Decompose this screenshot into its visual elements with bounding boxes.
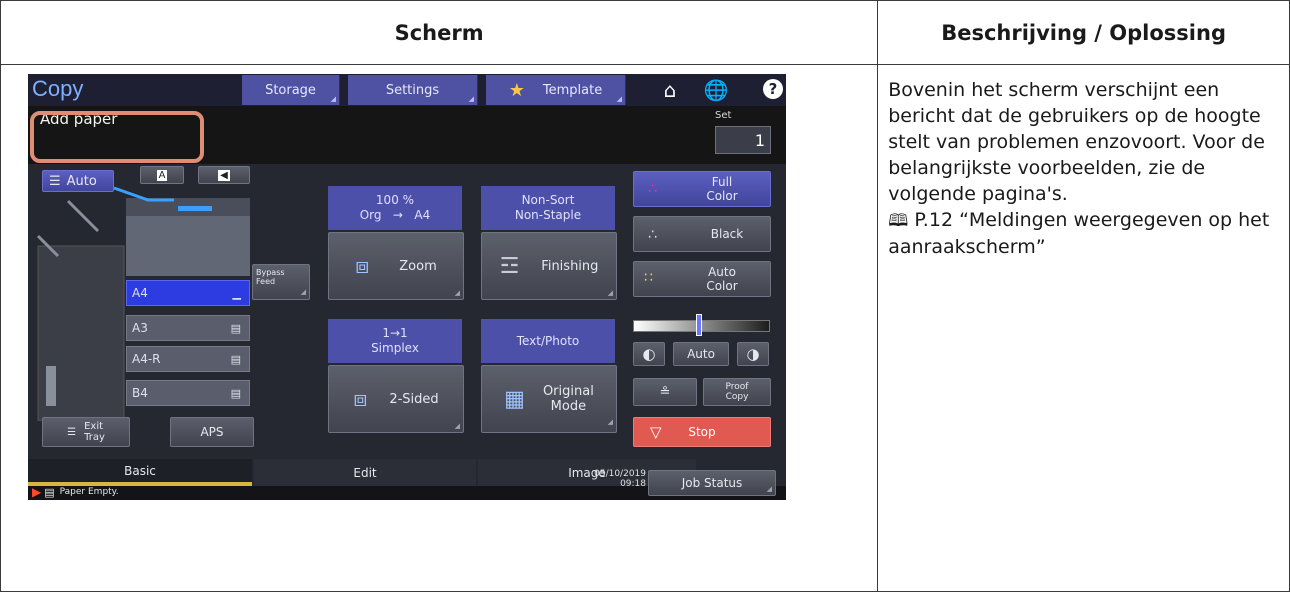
auto-color-button[interactable]: ∷ Auto Color bbox=[633, 261, 771, 297]
original-mode-button[interactable]: ▦ Original Mode ◢ bbox=[481, 365, 617, 433]
proof-copy-label: Proof Copy bbox=[725, 382, 749, 402]
two-sided-label: 2-Sided bbox=[389, 391, 439, 407]
tray-a4r-label: A4-R bbox=[132, 352, 161, 366]
black-label: Black bbox=[710, 227, 744, 241]
column-header-description: Beschrijving / Oplossing bbox=[877, 0, 1290, 65]
tray-a3[interactable]: A3 ▤ bbox=[126, 315, 250, 341]
stop-label: Stop bbox=[688, 425, 716, 439]
duplex-info: 1→1 Simplex bbox=[328, 319, 462, 363]
finishing-label: Finishing bbox=[541, 258, 599, 274]
tray-b4[interactable]: B4 ▤ bbox=[126, 380, 250, 406]
settings-button[interactable]: Settings ◢ bbox=[348, 75, 478, 105]
finishing-info: Non-Sort Non-Staple bbox=[481, 186, 615, 230]
page-reference[interactable]: 🕮 P.12 “Meldingen weergegeven op het aan… bbox=[888, 207, 1281, 260]
status-message-text: Paper Empty. bbox=[59, 487, 119, 497]
star-icon: ★ bbox=[508, 79, 525, 101]
status-list-icon: ▤ bbox=[44, 485, 55, 499]
aps-button[interactable]: APS bbox=[170, 417, 254, 447]
zoom-info: 100 % Org → A4 bbox=[328, 186, 462, 230]
datetime: 05/10/2019 09:18 bbox=[588, 469, 646, 489]
aps-label: APS bbox=[200, 425, 224, 439]
screen-title: Copy bbox=[32, 76, 84, 101]
density-slider-knob[interactable] bbox=[696, 314, 702, 336]
time-text: 09:18 bbox=[620, 479, 646, 489]
original-mode-label: Original Mode bbox=[542, 384, 594, 414]
copy-touch-panel: Copy Storage ◢ Settings ◢ ★ Template ◢ ⌂ 🌐 ?… bbox=[28, 74, 786, 500]
bypass-feed-label: Bypass Feed bbox=[256, 268, 285, 286]
page-reference-text: P.12 “Meldingen weergegeven op het aanra… bbox=[888, 209, 1270, 258]
paper-stack-icon: ▤ bbox=[230, 387, 241, 400]
auto-color-label: Auto Color bbox=[706, 265, 738, 293]
zoom-label: Zoom bbox=[399, 258, 437, 274]
alert-play-icon: ▶ bbox=[32, 485, 42, 499]
template-label: Template bbox=[542, 82, 603, 98]
storage-label: Storage bbox=[265, 82, 316, 98]
job-status-label: Job Status bbox=[681, 476, 743, 490]
set-label: Set bbox=[715, 110, 732, 121]
tab-basic[interactable]: Basic bbox=[28, 459, 252, 486]
zoom-button[interactable]: ⧈ Zoom ◢ bbox=[328, 232, 464, 300]
exit-tray-icon: ☰ bbox=[67, 426, 77, 438]
zoom-icon: ⧈ bbox=[355, 253, 370, 279]
density-darker-button[interactable]: ◑ bbox=[737, 342, 769, 366]
mode-info: Text/Photo bbox=[481, 319, 615, 363]
orientation-a-label: A bbox=[156, 169, 168, 181]
tray-a4r[interactable]: A4-R ▤ bbox=[126, 346, 250, 372]
storage-button[interactable]: Storage ◢ bbox=[242, 75, 340, 105]
paper-stack-icon: ▤ bbox=[230, 353, 241, 366]
finishing-icon: ☲ bbox=[499, 253, 520, 279]
tray-b4-label: B4 bbox=[132, 386, 148, 400]
orientation-portrait-button[interactable]: A bbox=[140, 166, 184, 184]
stop-icon: ▽ bbox=[650, 423, 662, 441]
density-auto-label: Auto bbox=[687, 347, 715, 361]
density-lighter-button[interactable]: ◐ bbox=[633, 342, 665, 366]
description-text: Bovenin het scherm verschijnt een berich… bbox=[888, 79, 1265, 205]
color-dots-icon: ∴ bbox=[648, 181, 657, 197]
message-highlight-frame bbox=[30, 111, 204, 163]
top-bar: Copy Storage ◢ Settings ◢ ★ Template ◢ ⌂ 🌐 ? bbox=[28, 74, 786, 106]
interrupt-button[interactable]: ≗ bbox=[633, 378, 697, 406]
finishing-button[interactable]: ☲ Finishing ◢ bbox=[481, 232, 617, 300]
bypass-feed-button[interactable]: Bypass Feed ◢ bbox=[252, 264, 310, 300]
settings-label: Settings bbox=[385, 82, 440, 98]
density-auto-button[interactable]: Auto bbox=[673, 342, 729, 366]
black-button[interactable]: ∴ Black bbox=[633, 216, 771, 252]
paper-stack-icon: ▤ bbox=[230, 322, 241, 335]
status-message: ▶ ▤ Paper Empty. bbox=[32, 484, 119, 500]
two-sided-button[interactable]: ⧈ 2-Sided ◢ bbox=[328, 365, 464, 433]
help-icon[interactable]: ? bbox=[763, 79, 783, 99]
half-circle-left-icon: ◐ bbox=[642, 345, 656, 363]
date-text: 05/10/2019 bbox=[594, 469, 646, 479]
tab-basic-label: Basic bbox=[124, 463, 156, 478]
orientation-landscape-icon: ◀ bbox=[218, 169, 230, 181]
full-color-label: Full Color bbox=[706, 175, 738, 203]
black-dots-icon: ∴ bbox=[648, 227, 657, 243]
half-circle-right-icon: ◑ bbox=[746, 345, 760, 363]
original-mode-icon: ▦ bbox=[504, 386, 525, 412]
tab-edit[interactable]: Edit bbox=[254, 459, 476, 486]
globe-icon[interactable]: 🌐 bbox=[700, 76, 732, 104]
template-button[interactable]: ★ Template ◢ bbox=[486, 75, 626, 105]
tray-a4[interactable]: A4 ▁ bbox=[126, 280, 250, 306]
home-icon[interactable]: ⌂ bbox=[654, 76, 686, 104]
description-cell: Bovenin het scherm verschijnt een berich… bbox=[877, 64, 1290, 592]
proof-copy-button[interactable]: Proof Copy bbox=[703, 378, 771, 406]
exit-tray-button[interactable]: ☰ Exit Tray bbox=[42, 417, 130, 447]
interrupt-icon: ≗ bbox=[659, 384, 671, 400]
auto-color-icon: ∷ bbox=[644, 270, 653, 286]
tab-edit-label: Edit bbox=[353, 465, 377, 480]
tray-a4-label: A4 bbox=[132, 286, 148, 300]
book-icon: 🕮 bbox=[888, 211, 909, 231]
set-count-field[interactable]: 1 bbox=[715, 126, 771, 154]
exit-tray-label: Exit Tray bbox=[84, 421, 105, 443]
column-header-screen: Scherm bbox=[0, 0, 879, 65]
tray-a3-label: A3 bbox=[132, 321, 148, 335]
tray-empty-icon: ▁ bbox=[232, 287, 241, 300]
stop-button[interactable]: ▽ Stop bbox=[633, 417, 771, 447]
job-status-button[interactable]: Job Status ◢ bbox=[648, 470, 776, 496]
two-sided-icon: ⧈ bbox=[353, 386, 368, 412]
orientation-landscape-button[interactable]: ◀ bbox=[198, 166, 250, 184]
full-color-button[interactable]: ∴ Full Color bbox=[633, 171, 771, 207]
